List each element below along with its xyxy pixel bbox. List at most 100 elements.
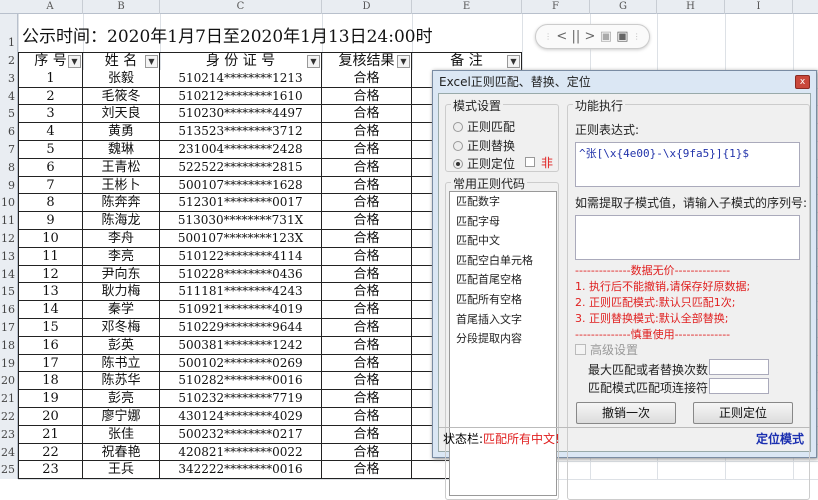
table-cell[interactable]: 廖宁娜 <box>83 408 160 426</box>
table-cell[interactable]: 3 <box>18 105 83 124</box>
row-header[interactable]: 24 <box>0 443 18 462</box>
row-header[interactable]: 11 <box>0 212 18 230</box>
table-cell[interactable]: 342222********0016 <box>160 461 322 480</box>
table-cell[interactable]: 15 <box>18 319 83 337</box>
row-header[interactable]: 9 <box>0 176 18 195</box>
row-header[interactable]: 15 <box>0 283 18 302</box>
column-header[interactable]: D <box>322 0 412 14</box>
table-cell[interactable]: 耿力梅 <box>83 283 160 302</box>
column-header[interactable]: G <box>590 0 657 14</box>
row-header[interactable]: 13 <box>0 247 18 266</box>
table-cell[interactable]: 231004********2428 <box>160 141 322 159</box>
table-cell[interactable]: 合格 <box>322 141 412 159</box>
table-cell[interactable]: 合格 <box>322 461 412 480</box>
table-cell[interactable]: 合格 <box>322 230 412 248</box>
table-cell[interactable]: 合格 <box>322 265 412 284</box>
row-header[interactable]: 6 <box>0 123 18 141</box>
undo-button[interactable]: 撤销一次 <box>576 402 676 424</box>
column-header[interactable]: C <box>160 0 322 14</box>
table-cell[interactable]: 王青松 <box>83 158 160 177</box>
row-header[interactable]: 23 <box>0 425 18 444</box>
table-cell[interactable]: 510214********1213 <box>160 69 322 88</box>
common-regex-item[interactable]: 首尾插入文字 <box>450 310 556 330</box>
table-cell[interactable]: 21 <box>18 425 83 444</box>
row-header[interactable]: 14 <box>0 265 18 284</box>
row-header[interactable]: 20 <box>0 372 18 391</box>
table-cell[interactable]: 5 <box>18 141 83 159</box>
submode-input[interactable] <box>575 215 800 260</box>
table-cell[interactable]: 18 <box>18 372 83 391</box>
table-cell[interactable]: 510230********4497 <box>160 105 322 124</box>
common-regex-item[interactable]: 匹配中文 <box>450 231 556 251</box>
table-cell[interactable]: 11 <box>18 247 83 266</box>
table-cell[interactable]: 512301********0017 <box>160 194 322 213</box>
publish-time-title[interactable]: 公示时间：2020年1月7日至2020年1月13日24:00时 <box>22 22 433 47</box>
table-cell[interactable]: 4 <box>18 123 83 141</box>
column-header[interactable]: F <box>522 0 590 14</box>
filter-dropdown-icon[interactable]: ▼ <box>68 55 81 68</box>
row-header[interactable]: 3 <box>0 69 18 88</box>
table-cell[interactable]: 陈苏华 <box>83 372 160 391</box>
table-cell[interactable]: 陈奔奔 <box>83 194 160 213</box>
row-header[interactable]: 7 <box>0 141 18 159</box>
filter-dropdown-icon[interactable]: ▼ <box>145 55 158 68</box>
table-cell[interactable]: 合格 <box>322 194 412 213</box>
table-cell[interactable]: 22 <box>18 443 83 462</box>
next-icon[interactable]: > <box>585 29 596 44</box>
table-cell[interactable]: 合格 <box>322 354 412 373</box>
table-cell[interactable]: 420821********0022 <box>160 443 322 462</box>
table-cell[interactable]: 19 <box>18 390 83 408</box>
save-icon[interactable]: ▣ <box>600 29 612 44</box>
table-cell[interactable]: 合格 <box>322 176 412 195</box>
table-cell[interactable]: 合格 <box>322 408 412 426</box>
regex-locate-button[interactable]: 正则定位 <box>693 402 793 424</box>
table-cell[interactable]: 522522********2815 <box>160 158 322 177</box>
regex-input[interactable]: ^张[\x{4e00}-\x{9fa5}]{1}$ <box>575 142 800 187</box>
table-cell[interactable]: 合格 <box>322 247 412 266</box>
row-header[interactable]: 25 <box>0 461 18 480</box>
row-header[interactable]: 19 <box>0 354 18 373</box>
drag-handle-icon[interactable]: ⋮ <box>633 32 641 41</box>
not-checkbox[interactable] <box>525 157 535 167</box>
pause-icon[interactable]: || <box>572 29 581 44</box>
radio-regex-locate[interactable]: 正则定位 <box>453 155 515 172</box>
table-cell[interactable]: 合格 <box>322 283 412 302</box>
table-cell[interactable]: 6 <box>18 158 83 177</box>
table-cell[interactable]: 合格 <box>322 87 412 106</box>
table-cell[interactable]: 500107********123X <box>160 230 322 248</box>
max-count-input[interactable] <box>709 359 769 375</box>
row-header[interactable]: 10 <box>0 194 18 213</box>
table-cell[interactable]: 合格 <box>322 158 412 177</box>
dialog-title[interactable]: Excel正则匹配、替换、定位 <box>433 71 816 93</box>
table-cell[interactable]: 合格 <box>322 443 412 462</box>
table-cell[interactable]: 510228********0436 <box>160 265 322 284</box>
header-seq[interactable]: 序 号 ▼ <box>18 53 83 71</box>
table-cell[interactable]: 14 <box>18 301 83 319</box>
filter-dropdown-icon[interactable]: ▼ <box>307 55 320 68</box>
table-cell[interactable]: 合格 <box>322 69 412 88</box>
header-note[interactable]: 备 注 ▼ <box>412 53 522 71</box>
previous-icon[interactable]: < <box>556 29 567 44</box>
table-cell[interactable]: 9 <box>18 212 83 230</box>
table-cell[interactable]: 张毅 <box>83 69 160 88</box>
advanced-checkbox[interactable] <box>575 344 586 355</box>
common-regex-item[interactable]: 分段提取内容 <box>450 329 556 349</box>
common-regex-item[interactable]: 匹配所有空格 <box>450 290 556 310</box>
table-cell[interactable]: 彭亮 <box>83 390 160 408</box>
column-header[interactable]: H <box>657 0 725 14</box>
table-cell[interactable]: 合格 <box>322 123 412 141</box>
table-cell[interactable]: 513030********731X <box>160 212 322 230</box>
join-input[interactable] <box>709 378 769 394</box>
table-cell[interactable]: 20 <box>18 408 83 426</box>
table-cell[interactable]: 陈书立 <box>83 354 160 373</box>
common-regex-item[interactable]: 匹配数字 <box>450 192 556 212</box>
table-cell[interactable]: 511181********4243 <box>160 283 322 302</box>
save-as-icon[interactable]: ▣ <box>616 29 628 44</box>
table-cell[interactable]: 23 <box>18 461 83 480</box>
filter-dropdown-icon[interactable]: ▼ <box>397 55 410 68</box>
table-cell[interactable]: 合格 <box>322 425 412 444</box>
radio-icon[interactable] <box>453 121 463 132</box>
radio-regex-match[interactable]: 正则匹配 <box>453 118 515 135</box>
row-header[interactable]: 8 <box>0 158 18 177</box>
table-cell[interactable]: 彭英 <box>83 336 160 355</box>
